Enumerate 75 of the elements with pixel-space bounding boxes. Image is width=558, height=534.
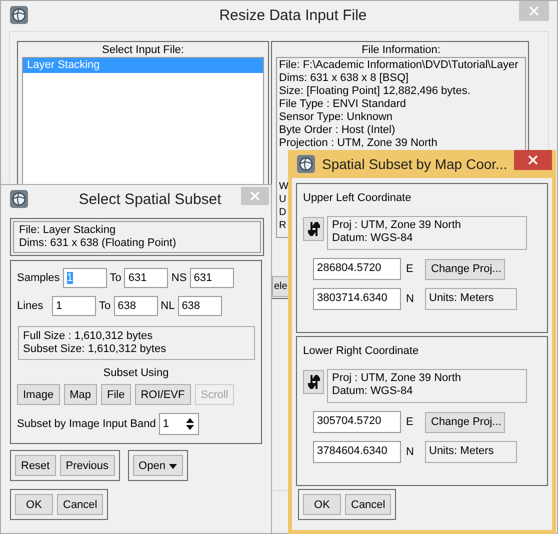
window-title: Select Spatial Subset — [78, 190, 222, 208]
info-line: File: Layer Stacking — [19, 224, 117, 237]
subset-button[interactable]: Image — [17, 384, 60, 405]
input-field[interactable]: 631 — [190, 268, 234, 288]
subset-button[interactable]: ROI/EVF — [134, 384, 191, 405]
info-line: Datum: WGS-84 — [332, 385, 414, 398]
info-line: W — [279, 180, 288, 193]
info-line: Sensor Type: Unknown — [279, 111, 393, 124]
info-line: File Type : ENVI Standard — [279, 98, 406, 111]
info-line: Size: [Floating Point] 12,882,496 bytes. — [279, 85, 470, 98]
input-field[interactable]: 638 — [178, 296, 222, 316]
dialog-button[interactable]: Cancel — [57, 494, 104, 515]
units-box: Units: Meters — [425, 441, 517, 463]
info-line: Dims: 631 x 638 x 8 [BSQ] — [279, 72, 409, 85]
field-label: Subset by Image Input Band — [17, 418, 156, 430]
window-title: Resize Data Input File — [219, 6, 367, 24]
change-projection-button[interactable]: Change Proj... — [425, 412, 505, 432]
info-line: D — [279, 206, 288, 219]
spinner-arrows-icon — [184, 417, 195, 431]
dialog-button[interactable]: OK — [15, 494, 53, 515]
app-icon — [9, 189, 29, 209]
spinner-field[interactable]: 1 — [158, 413, 199, 435]
dialog-button[interactable]: Cancel — [345, 494, 392, 515]
input-field[interactable]: 631 — [124, 268, 168, 288]
app-icon — [9, 5, 29, 25]
caret-icon — [168, 464, 177, 468]
swap-button[interactable] — [303, 217, 324, 241]
info-line: Byte Order : Host (Intel) — [279, 124, 396, 137]
swap-button[interactable] — [303, 370, 324, 394]
input-field[interactable]: 638 — [114, 296, 158, 316]
input-field[interactable]: 286804.5720 — [313, 258, 401, 280]
field-label: Lines — [17, 300, 44, 312]
dialog-button[interactable]: OK — [303, 494, 341, 515]
field-label: NS — [171, 272, 187, 284]
info-line: Dims: 631 x 638 (Floating Point) — [19, 237, 178, 250]
close-icon — [528, 155, 538, 165]
subset-button[interactable]: Map — [64, 384, 97, 405]
info-line: Full Size : 1,610,312 bytes — [23, 330, 154, 343]
group-heading: Upper Left Coordinate — [303, 192, 412, 204]
info-line: Proj : UTM, Zone 39 North — [332, 372, 462, 385]
action-button[interactable]: Reset — [15, 455, 56, 476]
field-label: E — [405, 416, 414, 428]
change-projection-button[interactable]: Change Proj... — [425, 258, 505, 280]
input-field[interactable]: 3784604.6340 — [313, 441, 401, 463]
section-label: Subset Using — [102, 367, 170, 379]
app-icon — [296, 154, 316, 174]
action-button[interactable]: Previous — [60, 455, 115, 476]
units-box: Units: Meters — [425, 288, 517, 310]
panel-heading: Select Input File: — [101, 43, 185, 57]
window-title: Spatial Subset by Map Coor... — [322, 156, 508, 172]
info-line: R — [279, 219, 288, 232]
close-icon — [250, 191, 260, 201]
info-line: Subset Size: 1,610,312 bytes — [23, 343, 168, 356]
info-line: File: F:\Academic Information\DVD\Tutorial\Layer — [279, 59, 518, 72]
open-button[interactable]: Open — [132, 455, 183, 476]
field-label: To — [99, 300, 111, 312]
field-label: N — [405, 446, 415, 458]
panel-heading: File Information: — [360, 43, 442, 57]
input-field[interactable]: 305704.5720 — [313, 411, 401, 433]
field-label: Samples — [17, 272, 60, 284]
field-label: N — [405, 293, 415, 305]
field-label: NL — [160, 300, 175, 312]
field-label: To — [110, 272, 122, 284]
subset-button[interactable]: File — [100, 384, 131, 405]
select-button[interactable]: ele — [272, 276, 290, 297]
field-label: E — [405, 263, 414, 275]
info-line: Datum: WGS-84 — [332, 232, 414, 245]
close-icon — [529, 6, 539, 16]
close-button[interactable] — [514, 150, 552, 170]
info-line: Projection : UTM, Zone 39 North — [279, 137, 438, 150]
info-line: Proj : UTM, Zone 39 North — [332, 219, 462, 232]
info-line: U — [279, 193, 288, 206]
input-field[interactable]: 1 — [52, 296, 96, 316]
input-field[interactable]: 3803714.6340 — [313, 288, 401, 310]
group-heading: Lower Right Coordinate — [303, 345, 420, 357]
